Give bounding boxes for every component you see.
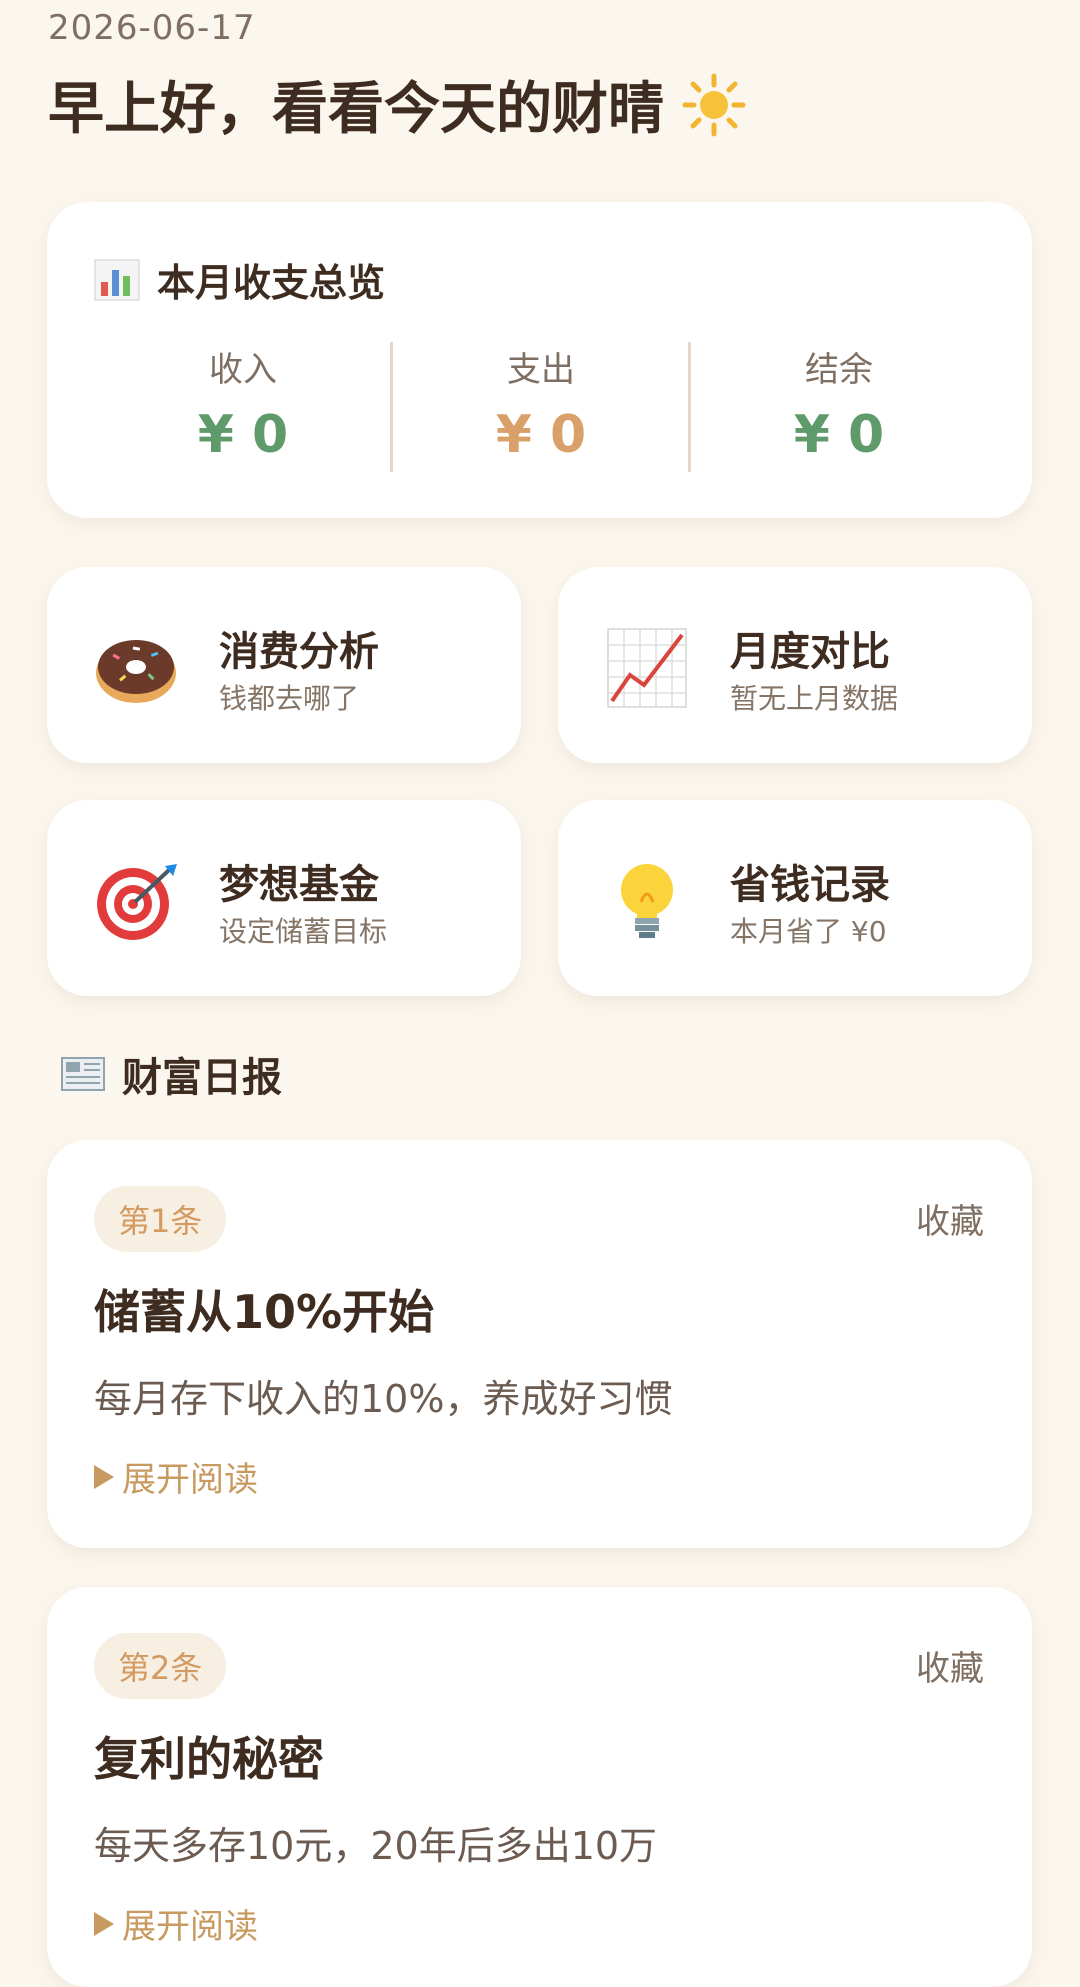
chart-up-icon — [607, 628, 687, 708]
newspaper-icon — [61, 1057, 105, 1091]
tile-subtitle: 本月省了 ¥0 — [730, 915, 887, 948]
favorite-button[interactable]: 收藏 — [916, 1194, 984, 1243]
tile-title: 月度对比 — [730, 629, 890, 675]
monthly-overview-card: 本月收支总览 收入 ¥ 0 支出 ¥ 0 结余 ¥ 0 — [47, 202, 1032, 518]
income-stat: 收入 ¥ 0 — [94, 342, 392, 465]
article-card[interactable]: 第2条 收藏 复利的秘密 每天多存10元，20年后多出10万 展开阅读 — [47, 1587, 1032, 1987]
balance-value: ¥ 0 — [793, 405, 885, 465]
expand-read-button[interactable]: 展开阅读 — [94, 1899, 258, 1948]
bar-chart-icon — [94, 259, 140, 300]
tile-dream-fund[interactable]: 梦想基金 设定储蓄目标 — [47, 800, 521, 996]
overview-title: 本月收支总览 — [93, 252, 385, 307]
expand-read-button[interactable]: 展开阅读 — [94, 1452, 258, 1501]
date-label: 2026-06-17 — [48, 8, 256, 48]
expense-value: ¥ 0 — [495, 405, 587, 465]
article-title: 储蓄从10%开始 — [94, 1285, 435, 1339]
article-badge: 第2条 — [94, 1633, 227, 1699]
triangle-right-icon — [94, 1911, 114, 1936]
section-title: 财富日报 — [60, 1045, 282, 1103]
expand-read-label: 展开阅读 — [122, 1460, 258, 1500]
article-card[interactable]: 第1条 收藏 储蓄从10%开始 每月存下收入的10%，养成好习惯 展开阅读 — [47, 1140, 1032, 1548]
tile-savings-record[interactable]: 省钱记录 本月省了 ¥0 — [558, 800, 1032, 996]
article-summary: 每月存下收入的10%，养成好习惯 — [94, 1377, 673, 1421]
article-badge: 第1条 — [94, 1186, 227, 1252]
tile-spending-analysis[interactable]: 消费分析 钱都去哪了 — [47, 567, 521, 763]
tile-title: 消费分析 — [219, 629, 379, 675]
tile-title: 省钱记录 — [730, 862, 890, 908]
tile-subtitle: 暂无上月数据 — [730, 682, 899, 715]
favorite-button[interactable]: 收藏 — [916, 1641, 984, 1690]
expense-label: 支出 — [507, 350, 575, 390]
balance-stat: 结余 ¥ 0 — [690, 342, 988, 465]
sun-icon — [682, 73, 746, 136]
income-label: 收入 — [209, 350, 277, 390]
tile-title: 梦想基金 — [219, 862, 379, 908]
tile-subtitle: 钱都去哪了 — [219, 682, 360, 715]
income-value: ¥ 0 — [197, 405, 289, 465]
donut-icon — [96, 640, 176, 703]
overview-title-text: 本月收支总览 — [157, 261, 386, 305]
balance-label: 结余 — [805, 350, 873, 390]
article-summary: 每天多存10元，20年后多出10万 — [94, 1824, 658, 1868]
tile-subtitle: 设定储蓄目标 — [219, 915, 388, 948]
section-title-text: 财富日报 — [122, 1055, 282, 1101]
target-icon — [97, 864, 177, 940]
article-title: 复利的秘密 — [94, 1732, 324, 1786]
triangle-right-icon — [94, 1464, 114, 1489]
greeting-title: 早上好，看看今天的财晴 — [48, 64, 746, 145]
expand-read-label: 展开阅读 — [122, 1907, 258, 1947]
lightbulb-icon — [621, 864, 673, 938]
greeting-text: 早上好，看看今天的财晴 — [48, 77, 664, 142]
tile-monthly-compare[interactable]: 月度对比 暂无上月数据 — [558, 567, 1032, 763]
expense-stat: 支出 ¥ 0 — [392, 342, 690, 465]
